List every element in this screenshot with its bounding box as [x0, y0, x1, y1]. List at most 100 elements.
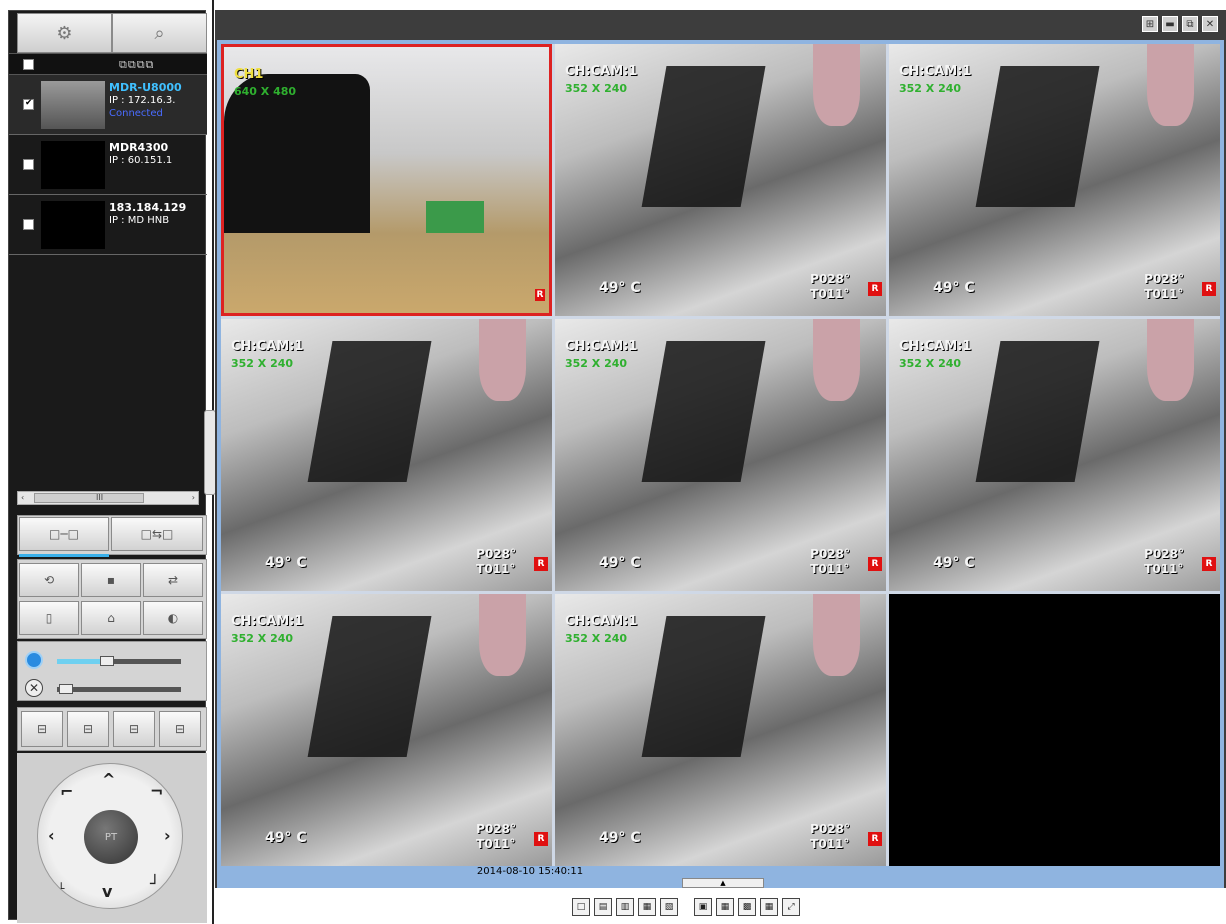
- channel-temperature: 49° C: [599, 555, 641, 571]
- empty-channel-tile[interactable]: [889, 594, 1220, 866]
- select-all-checkbox[interactable]: [23, 59, 34, 70]
- fullscreen-icon[interactable]: ⊞: [1142, 16, 1158, 32]
- channel-ptz-position: P028° T011°: [476, 822, 516, 851]
- record-badge: R: [868, 832, 882, 846]
- device-row[interactable]: 183.184.129 IP : MD HNB: [9, 195, 207, 255]
- volume-knob[interactable]: [99, 656, 114, 666]
- ptz-left-icon[interactable]: ‹: [48, 826, 55, 845]
- channel-tile[interactable]: CH:CAM:1 352 X 240 49° C P028° T011° R: [555, 319, 886, 591]
- scroll-thumb[interactable]: [34, 493, 144, 503]
- layout-button-7[interactable]: ▦: [716, 898, 734, 916]
- pause-button[interactable]: ▯: [19, 601, 79, 635]
- channel-title: CH:CAM:1: [565, 614, 638, 629]
- layout-button-2[interactable]: ▤: [594, 898, 612, 916]
- channel-resolution: 352 X 240: [565, 357, 628, 370]
- channel-tile[interactable]: CH:CAM:1 352 X 240 49° C P028° T011° R: [221, 319, 552, 591]
- channel-temperature: 49° C: [265, 555, 307, 571]
- ptz-preset-button-3[interactable]: ⊟: [113, 711, 155, 747]
- refresh-button[interactable]: ⟲: [19, 563, 79, 597]
- settings-button[interactable]: ⚙: [17, 13, 112, 53]
- close-icon[interactable]: ✕: [1202, 16, 1218, 32]
- device-ip: IP : MD HNB: [109, 215, 170, 226]
- channel-ptz-position: P028° T011°: [810, 272, 850, 301]
- home-button[interactable]: ⌂: [81, 601, 141, 635]
- ptz-preset-button-2[interactable]: ⊟: [67, 711, 109, 747]
- device-row[interactable]: ✔ MDR-U8000 IP : 172.16.3. Connected: [9, 75, 207, 135]
- disconnect-button[interactable]: □⇆□: [111, 517, 203, 551]
- channel-temperature: 49° C: [933, 555, 975, 571]
- layout-button-5[interactable]: ▧: [660, 898, 678, 916]
- connect-icon: □─□: [49, 527, 79, 541]
- scroll-right-icon[interactable]: ›: [192, 493, 195, 502]
- channel-ptz-position: P028° T011°: [1144, 547, 1184, 576]
- ptz-right-icon[interactable]: ›: [164, 826, 171, 845]
- ptz-center-label: PT: [104, 831, 118, 843]
- connect-button[interactable]: □─□: [19, 517, 109, 551]
- toggle-bottom-bar[interactable]: ▲: [682, 878, 764, 888]
- ptz-preset-button-1[interactable]: ⊟: [21, 711, 63, 747]
- layout-button-10[interactable]: ⤢: [782, 898, 800, 916]
- ptz-up-icon[interactable]: ^: [102, 770, 115, 789]
- ptz-downleft-icon[interactable]: ˪: [60, 874, 65, 894]
- channel-tile[interactable]: CH1 640 X 480 R: [221, 44, 552, 316]
- search-icon: ⌕: [154, 22, 165, 44]
- ptz-down-icon[interactable]: v: [102, 882, 112, 901]
- layout-button-6[interactable]: ▣: [694, 898, 712, 916]
- channel-title: CH:CAM:1: [231, 339, 304, 354]
- channel-resolution: 352 X 240: [231, 632, 294, 645]
- search-button[interactable]: ⌕: [112, 13, 207, 53]
- device-row[interactable]: MDR4300 IP : 60.151.1: [9, 135, 207, 195]
- ptz-preset-button-4[interactable]: ⊟: [159, 711, 201, 747]
- channel-tile[interactable]: CH:CAM:1 352 X 240 49° C P028° T011° R: [221, 594, 552, 866]
- channel-ptz-position: P028° T011°: [810, 547, 850, 576]
- device-list-scrollbar[interactable]: ‹ III ›: [17, 491, 199, 505]
- mute-icon: ✕: [25, 679, 43, 697]
- connect-progress: [19, 554, 109, 557]
- channel-temperature: 49° C: [599, 830, 641, 846]
- channel-tile[interactable]: CH:CAM:1 352 X 240 49° C P028° T011° R: [555, 594, 886, 866]
- channel-title: CH1: [234, 67, 264, 82]
- swap-button[interactable]: ⇄: [143, 563, 203, 597]
- record-badge: R: [1202, 282, 1216, 296]
- restore-icon[interactable]: ⧉: [1182, 16, 1198, 32]
- scroll-label: III: [96, 493, 104, 502]
- device-header-icons[interactable]: ⧉⧉⧉⧉: [119, 58, 154, 72]
- snapshot-button[interactable]: ▪: [81, 563, 141, 597]
- layout-button-3[interactable]: ▥: [616, 898, 634, 916]
- channel-tile[interactable]: CH:CAM:1 352 X 240 49° C P028° T011° R: [889, 44, 1220, 316]
- device-checkbox[interactable]: [23, 219, 34, 230]
- device-checkbox[interactable]: ✔: [23, 98, 34, 110]
- layout-button-9[interactable]: ▦: [760, 898, 778, 916]
- channel-grid: CH1 640 X 480 R CH:CAM:1 352 X 240 49° C P028°…: [221, 44, 1220, 866]
- channel-title: CH:CAM:1: [899, 339, 972, 354]
- audio-button[interactable]: ◐: [143, 601, 203, 635]
- brightness-knob[interactable]: [59, 684, 74, 694]
- layout-toolbar: □ ▤ ▥ ▦ ▧ ▣ ▦ ▩ ▦ ⤢: [572, 898, 800, 916]
- layout-button-8[interactable]: ▩: [738, 898, 756, 916]
- device-thumbnail: [41, 81, 105, 129]
- record-badge: R: [534, 832, 548, 846]
- eye-icon: [25, 651, 43, 669]
- channel-temperature: 49° C: [265, 830, 307, 846]
- video-viewer: ⊞ ▬ ⧉ ✕ CH1 640 X 480 R CH:CAM:1 352 X 240 49…: [215, 10, 1226, 888]
- ptz-downright-icon[interactable]: ┘: [150, 874, 160, 893]
- layout-button-1[interactable]: □: [572, 898, 590, 916]
- channel-tile[interactable]: CH:CAM:1 352 X 240 49° C P028° T011° R: [889, 319, 1220, 591]
- scroll-left-icon[interactable]: ‹: [21, 493, 24, 502]
- ptz-upright-icon[interactable]: ¬: [150, 782, 163, 801]
- channel-ptz-position: P028° T011°: [476, 547, 516, 576]
- brightness-slider[interactable]: [57, 687, 181, 692]
- channel-ptz-position: P028° T011°: [1144, 272, 1184, 301]
- record-badge: R: [1202, 557, 1216, 571]
- ptz-center-button[interactable]: PT: [84, 810, 138, 864]
- ptz-upleft-icon[interactable]: ⌐: [60, 782, 73, 801]
- device-checkbox[interactable]: [23, 159, 34, 170]
- slider-box: [17, 641, 207, 701]
- layout-button-4[interactable]: ▦: [638, 898, 656, 916]
- ptz-ring: ^ v ‹ › ⌐ ¬ ˪ ┘ PT: [37, 763, 183, 909]
- minimize-icon[interactable]: ▬: [1162, 16, 1178, 32]
- device-ip: IP : 172.16.3.: [109, 95, 176, 106]
- device-name: 183.184.129: [109, 201, 187, 214]
- gear-icon: ⚙: [56, 22, 73, 44]
- channel-tile[interactable]: CH:CAM:1 352 X 240 49° C P028° T011° R: [555, 44, 886, 316]
